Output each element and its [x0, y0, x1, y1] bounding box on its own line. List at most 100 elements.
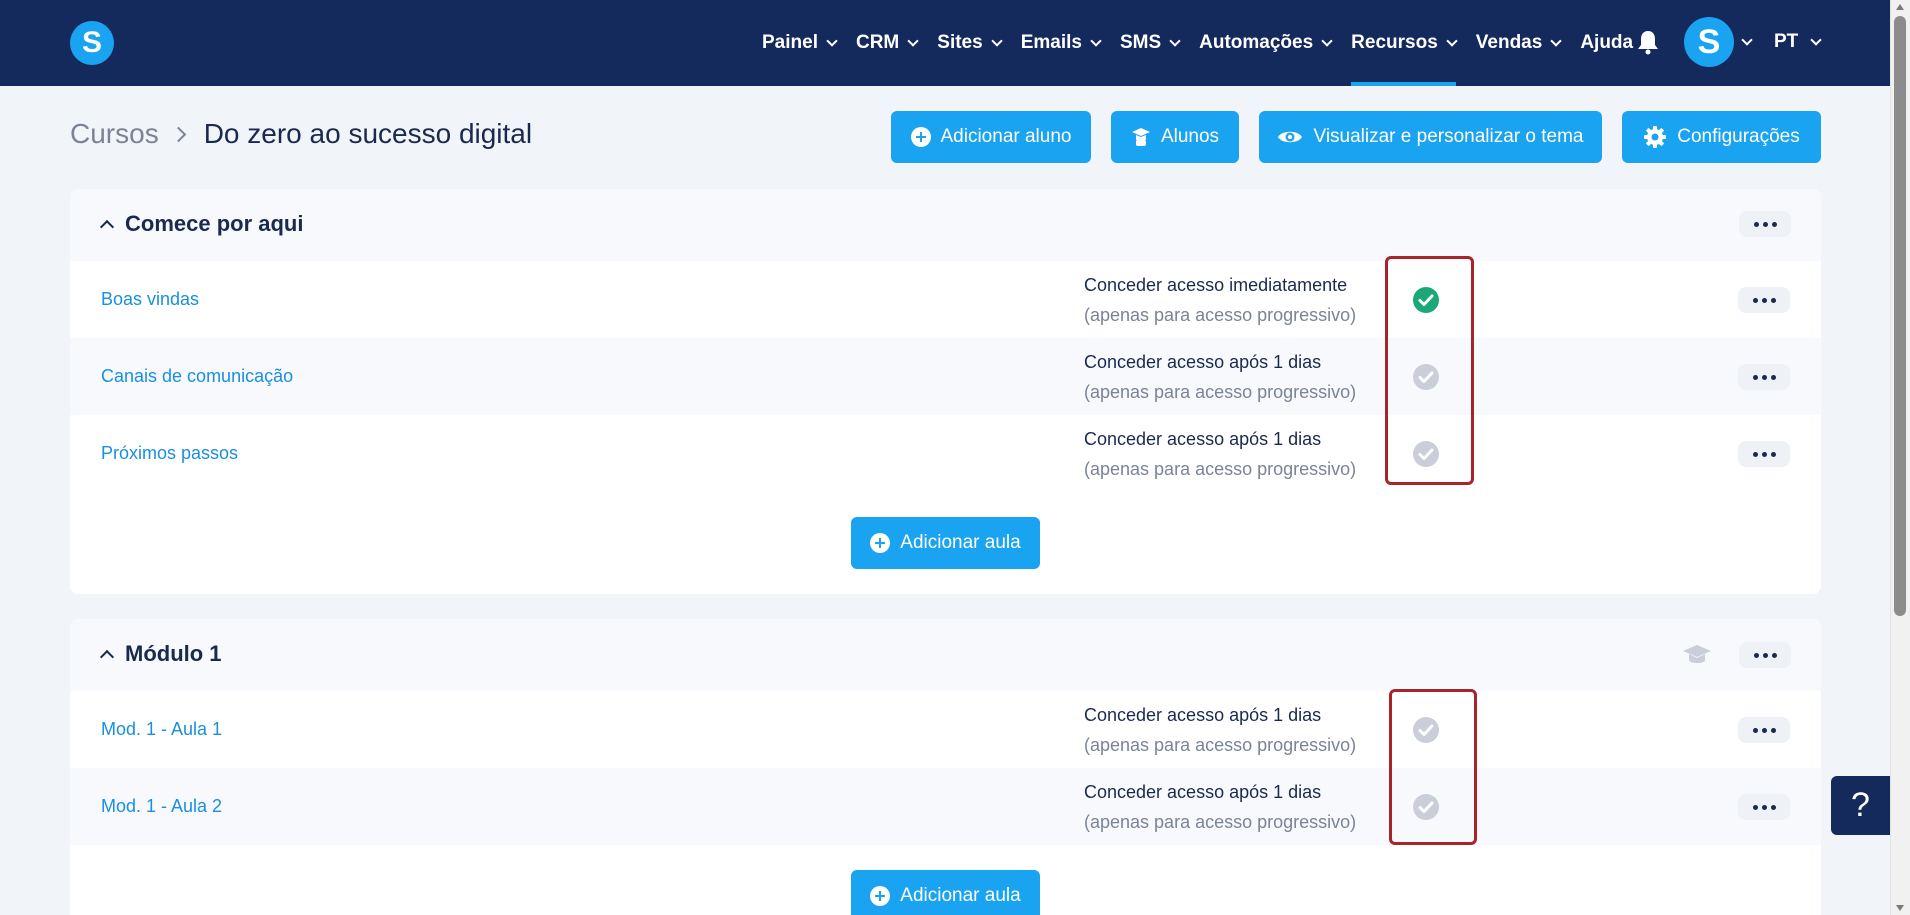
section-header: Módulo 1 — [70, 619, 1821, 691]
lesson-more-button[interactable] — [1738, 794, 1790, 820]
students-button[interactable]: Alunos — [1111, 111, 1239, 163]
graduation-cap-icon[interactable] — [1682, 643, 1712, 667]
nav-item-painel[interactable]: Painel — [762, 0, 838, 86]
page-title: Do zero ao sucesso digital — [203, 118, 533, 149]
button-label: Configurações — [1677, 126, 1800, 147]
access-note: (apenas para acesso progressivo) — [1084, 305, 1357, 325]
annotation-highlight-box — [1385, 256, 1474, 485]
chevron-down-icon — [1810, 33, 1822, 46]
plus-circle-icon — [910, 127, 931, 147]
lesson-row: Mod. 1 - Aula 1 Conceder acesso após 1 d… — [70, 691, 1821, 768]
button-label: Adicionar aluno — [940, 126, 1072, 147]
lesson-row: Boas vindas Conceder acesso imediatament… — [70, 261, 1821, 338]
nav-item-crm[interactable]: CRM — [855, 0, 919, 86]
nav-item-sms[interactable]: SMS — [1119, 0, 1181, 86]
lesson-row: Canais de comunicação Conceder acesso ap… — [70, 338, 1821, 415]
breadcrumb-cursos-link[interactable]: Cursos — [70, 118, 159, 150]
access-rule: Conceder acesso imediatamente — [1084, 275, 1348, 295]
nav-item-sites[interactable]: Sites — [937, 0, 1003, 86]
chevron-down-icon — [991, 34, 1003, 47]
lesson-more-button[interactable] — [1738, 441, 1790, 467]
access-rule: Conceder acesso após 1 dias — [1084, 352, 1322, 372]
avatar[interactable]: S — [1684, 17, 1734, 67]
section-title[interactable]: Comece por aqui — [125, 211, 303, 237]
button-label: Adicionar aula — [900, 885, 1021, 906]
preview-theme-button[interactable]: Visualizar e personalizar o tema — [1259, 111, 1602, 163]
lesson-title-link[interactable]: Mod. 1 - Aula 2 — [101, 796, 222, 817]
scroll-down-arrow-icon[interactable] — [1896, 905, 1904, 911]
plus-circle-icon — [870, 533, 891, 553]
nav-label: Automações — [1199, 32, 1314, 53]
access-note: (apenas para acesso progressivo) — [1084, 735, 1357, 755]
breadcrumb: Cursos Do zero ao sucesso digital — [70, 118, 532, 150]
nav-label: Painel — [762, 32, 818, 53]
access-note: (apenas para acesso progressivo) — [1084, 812, 1357, 832]
lesson-title-link[interactable]: Mod. 1 - Aula 1 — [101, 719, 222, 740]
access-rule: Conceder acesso após 1 dias — [1084, 429, 1322, 449]
nav-label: SMS — [1119, 32, 1162, 53]
nav-item-recursos[interactable]: Recursos — [1351, 0, 1458, 86]
nav-label: CRM — [855, 32, 900, 53]
app-logo[interactable]: S — [70, 21, 114, 65]
chevron-down-icon — [1321, 34, 1333, 47]
lesson-title-link[interactable]: Próximos passos — [101, 443, 238, 464]
button-label: Visualizar e personalizar o tema — [1313, 126, 1584, 147]
section-card-comece-por-aqui: Comece por aqui Boas vindas Conceder ace… — [70, 189, 1821, 594]
section-more-button[interactable] — [1739, 211, 1791, 237]
main-nav: Painel CRM Sites Emails SMS Automações R… — [762, 0, 1653, 86]
settings-button[interactable]: Configurações — [1622, 111, 1821, 163]
chevron-up-icon[interactable] — [99, 649, 115, 665]
lesson-row: Mod. 1 - Aula 2 Conceder acesso após 1 d… — [70, 768, 1821, 845]
access-note: (apenas para acesso progressivo) — [1084, 382, 1357, 402]
lesson-more-button[interactable] — [1738, 364, 1790, 390]
chevron-down-icon — [1090, 34, 1102, 47]
chevron-down-icon — [907, 34, 919, 47]
nav-label: Recursos — [1351, 32, 1438, 53]
eye-icon — [1278, 131, 1303, 143]
section-header: Comece por aqui — [70, 189, 1821, 261]
lesson-more-button[interactable] — [1738, 287, 1790, 313]
add-lesson-button[interactable]: Adicionar aula — [851, 870, 1040, 915]
nav-label: Sites — [937, 32, 983, 53]
scroll-up-arrow-icon[interactable] — [1896, 4, 1904, 10]
gear-icon — [1644, 126, 1667, 148]
nav-label: Ajuda — [1580, 32, 1634, 53]
nav-item-vendas[interactable]: Vendas — [1475, 0, 1562, 86]
chevron-up-icon[interactable] — [99, 219, 115, 235]
language-label: PT — [1774, 31, 1799, 52]
nav-label: Vendas — [1475, 32, 1543, 53]
nav-label: Emails — [1020, 32, 1082, 53]
chevron-down-icon — [826, 34, 838, 47]
nav-item-ajuda[interactable]: Ajuda — [1580, 0, 1633, 86]
language-selector[interactable]: PT — [1774, 31, 1822, 53]
help-button[interactable]: ? — [1831, 776, 1890, 835]
chevron-down-icon — [1169, 34, 1181, 47]
access-note: (apenas para acesso progressivo) — [1084, 459, 1357, 479]
student-icon — [1131, 128, 1150, 146]
button-label: Alunos — [1160, 126, 1220, 147]
add-lesson-button[interactable]: Adicionar aula — [851, 517, 1040, 569]
page-scrollbar[interactable] — [1890, 0, 1910, 915]
top-navbar: S Painel CRM Sites Emails SMS Automações… — [0, 0, 1890, 86]
annotation-highlight-box — [1389, 689, 1477, 845]
chevron-down-icon — [1550, 34, 1562, 47]
button-label: Adicionar aula — [900, 532, 1021, 553]
chevron-down-icon[interactable] — [1741, 34, 1753, 46]
scroll-thumb[interactable] — [1894, 16, 1906, 616]
section-more-button[interactable] — [1739, 642, 1791, 668]
access-rule: Conceder acesso após 1 dias — [1084, 782, 1322, 802]
plus-circle-icon — [870, 886, 891, 906]
section-title[interactable]: Módulo 1 — [125, 641, 222, 667]
nav-item-automacoes[interactable]: Automações — [1199, 0, 1333, 86]
access-rule: Conceder acesso após 1 dias — [1084, 705, 1322, 725]
lesson-more-button[interactable] — [1738, 717, 1790, 743]
section-card-modulo-1: Módulo 1 Mod. 1 - Aula 1 Conceder acesso… — [70, 619, 1821, 915]
bell-icon[interactable] — [1636, 29, 1660, 55]
add-student-button[interactable]: Adicionar aluno — [891, 111, 1091, 163]
nav-item-emails[interactable]: Emails — [1020, 0, 1102, 86]
chevron-down-icon — [1446, 34, 1458, 47]
chevron-right-icon — [170, 126, 186, 142]
lesson-row: Próximos passos Conceder acesso após 1 d… — [70, 415, 1821, 492]
lesson-title-link[interactable]: Boas vindas — [101, 289, 199, 310]
lesson-title-link[interactable]: Canais de comunicação — [101, 366, 293, 387]
